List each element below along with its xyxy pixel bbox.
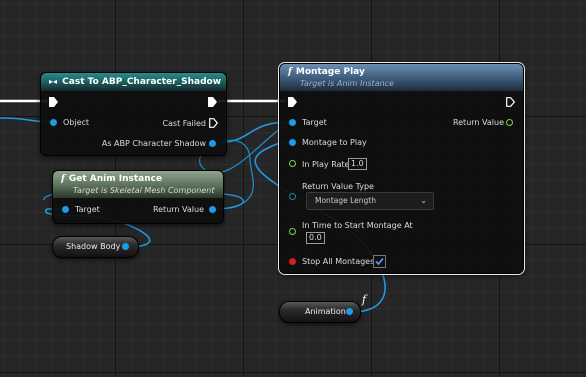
montage-play-node[interactable]: f Montage Play Target is Anim Instance Ta… bbox=[278, 62, 525, 275]
montage-return-label: Return Value bbox=[452, 118, 504, 127]
return-value-type-pin[interactable] bbox=[289, 193, 296, 200]
montage-exec-in-pin[interactable] bbox=[288, 97, 297, 107]
object-pin[interactable] bbox=[50, 119, 57, 126]
shadow-body-pin[interactable] bbox=[122, 243, 129, 250]
montage-return-pin[interactable] bbox=[506, 119, 513, 126]
checkmark-icon bbox=[375, 257, 384, 266]
in-time-input[interactable]: 0.0 bbox=[306, 232, 325, 244]
return-value-type-value: Montage Length bbox=[315, 196, 376, 205]
stop-all-montages-pin[interactable] bbox=[289, 258, 296, 265]
get-anim-instance-header[interactable]: f Get Anim Instance Target is Skeletal Me… bbox=[53, 171, 223, 198]
cast-node[interactable]: ▸◂ Cast To ABP_Character_Shadow Object C… bbox=[40, 72, 227, 156]
montage-play-header[interactable]: f Montage Play Target is Anim Instance bbox=[280, 64, 523, 91]
montage-exec-out-pin[interactable] bbox=[506, 97, 515, 107]
function-icon: f bbox=[362, 293, 367, 306]
function-icon: f bbox=[288, 67, 292, 77]
chevron-down-icon: ⌄ bbox=[420, 196, 427, 205]
stop-all-montages-label: Stop All Montages bbox=[302, 257, 375, 266]
get-anim-return-label: Return Value bbox=[152, 205, 204, 214]
get-anim-target-pin[interactable] bbox=[62, 206, 69, 213]
cast-node-header[interactable]: ▸◂ Cast To ABP_Character_Shadow bbox=[41, 73, 226, 91]
cast-node-title: Cast To ABP_Character_Shadow bbox=[62, 77, 222, 87]
in-play-rate-input[interactable]: 1.0 bbox=[348, 158, 367, 170]
shadow-body-variable[interactable]: Shadow Body bbox=[52, 236, 139, 258]
animation-variable[interactable]: Animation f bbox=[279, 293, 366, 323]
get-anim-instance-subtitle: Target is Skeletal Mesh Component bbox=[73, 186, 215, 195]
as-abp-pin[interactable] bbox=[209, 140, 216, 147]
in-play-rate-pin[interactable] bbox=[289, 160, 296, 167]
cast-arrows-icon: ▸◂ bbox=[49, 77, 58, 86]
get-anim-instance-node[interactable]: f Get Anim Instance Target is Skeletal Me… bbox=[52, 170, 224, 224]
in-time-label: In Time to Start Montage At bbox=[302, 221, 413, 230]
in-time-pin[interactable] bbox=[289, 228, 296, 235]
function-icon: f bbox=[61, 174, 65, 184]
exec-out-pin[interactable] bbox=[208, 97, 217, 107]
montage-target-label: Target bbox=[302, 118, 327, 127]
exec-in-pin[interactable] bbox=[49, 97, 58, 107]
animation-pin[interactable] bbox=[346, 308, 353, 315]
montage-play-title: Montage Play bbox=[295, 67, 365, 77]
montage-target-pin[interactable] bbox=[289, 119, 296, 126]
as-abp-label: As ABP Character Shadow bbox=[101, 139, 206, 148]
object-pin-label: Object bbox=[63, 118, 90, 127]
in-play-rate-label: In Play Rate bbox=[302, 160, 350, 169]
get-anim-instance-title: Get Anim Instance bbox=[68, 174, 163, 184]
return-value-type-dropdown[interactable]: Montage Length ⌄ bbox=[306, 192, 434, 210]
cast-failed-pin[interactable] bbox=[209, 118, 218, 128]
animation-label: Animation bbox=[305, 307, 346, 316]
montage-to-play-pin[interactable] bbox=[289, 139, 296, 146]
montage-to-play-label: Montage to Play bbox=[302, 138, 367, 147]
return-value-type-label: Return Value Type bbox=[302, 182, 374, 191]
get-anim-target-label: Target bbox=[75, 205, 100, 214]
stop-all-montages-checkbox[interactable] bbox=[373, 255, 386, 268]
get-anim-return-pin[interactable] bbox=[209, 206, 216, 213]
cast-failed-label: Cast Failed bbox=[162, 119, 206, 128]
shadow-body-label: Shadow Body bbox=[66, 242, 121, 251]
montage-play-subtitle: Target is Anim Instance bbox=[300, 79, 394, 88]
